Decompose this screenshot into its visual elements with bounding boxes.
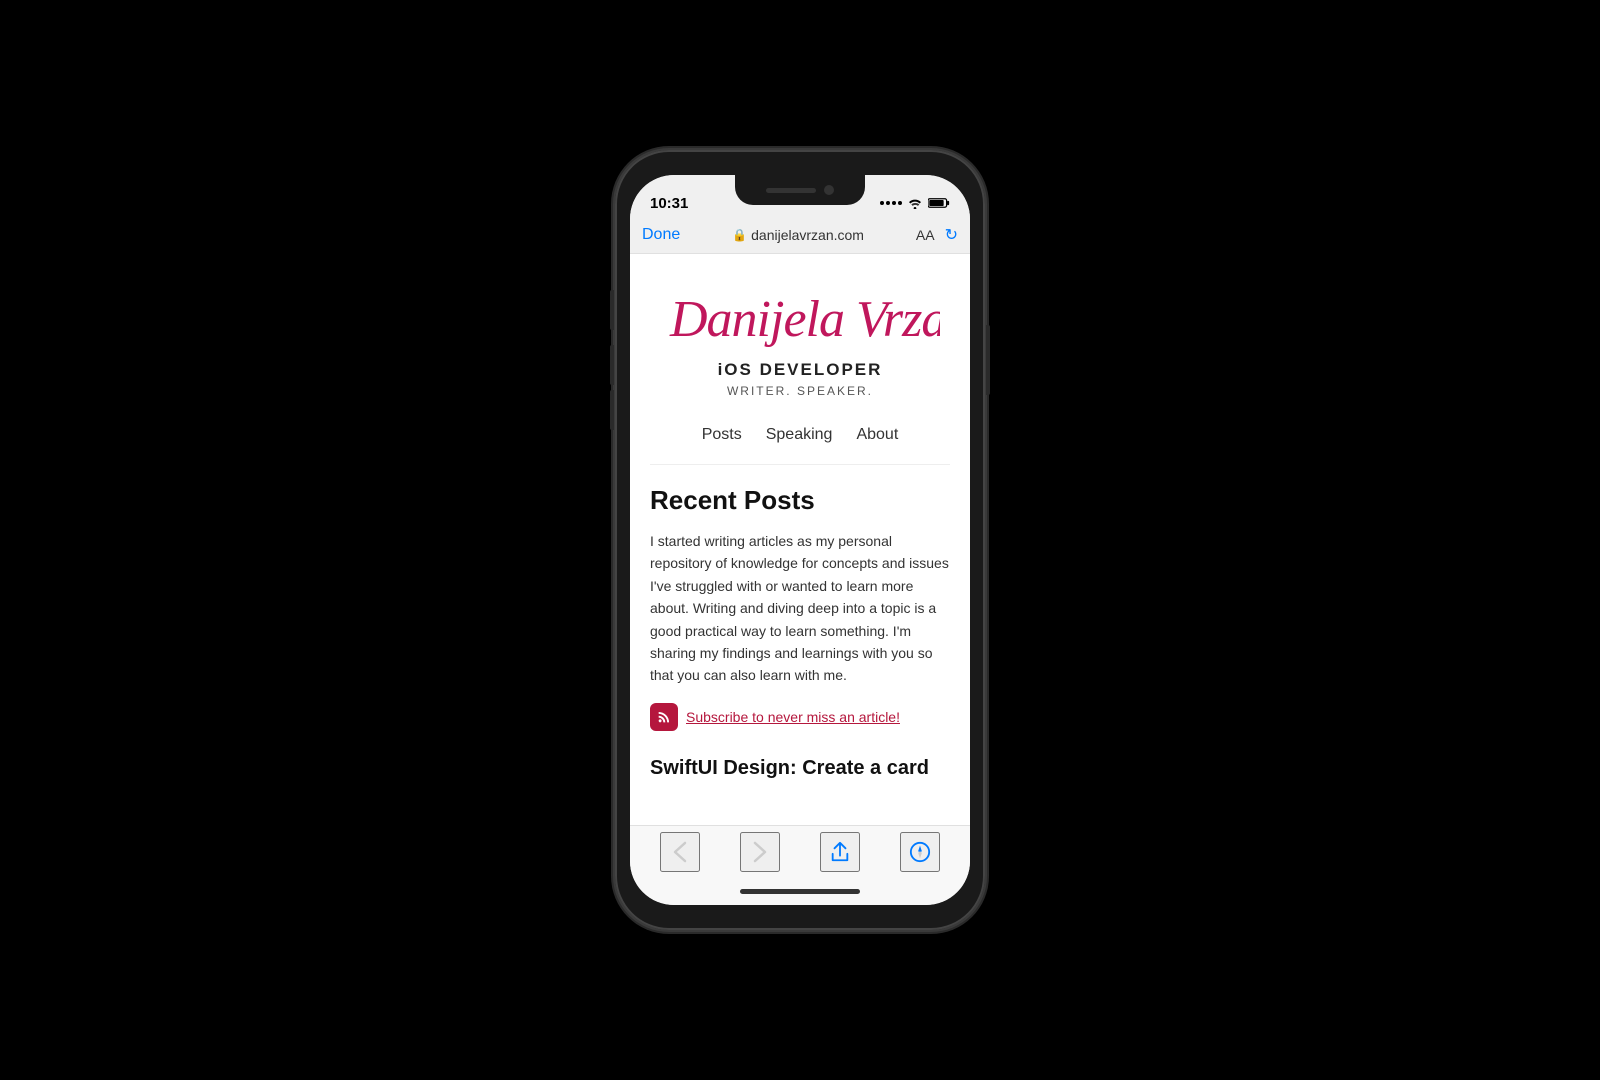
browser-aa-button[interactable]: AA bbox=[916, 227, 935, 243]
svg-text:Danijela Vrzan: Danijela Vrzan bbox=[669, 291, 940, 348]
share-button[interactable] bbox=[820, 832, 860, 872]
compass-icon bbox=[909, 841, 931, 863]
forward-button[interactable] bbox=[740, 832, 780, 872]
browser-reload-button[interactable]: ↻ bbox=[945, 225, 958, 245]
bottom-toolbar bbox=[630, 825, 970, 877]
front-camera bbox=[824, 185, 834, 195]
compass-button[interactable] bbox=[900, 832, 940, 872]
site-nav: Posts Speaking About bbox=[650, 414, 950, 465]
site-subtitle: iOS DEVELOPER bbox=[650, 360, 950, 380]
status-time: 10:31 bbox=[650, 195, 688, 212]
posts-description: I started writing articles as my persona… bbox=[650, 530, 950, 687]
browser-url-bar[interactable]: 🔒 danijelavrzan.com bbox=[732, 227, 864, 243]
forward-arrow-icon bbox=[753, 841, 767, 863]
browser-actions: AA ↻ bbox=[916, 225, 958, 245]
browser-bar[interactable]: Done 🔒 danijelavrzan.com AA ↻ bbox=[630, 219, 970, 254]
wifi-icon bbox=[907, 197, 923, 209]
recent-posts-title: Recent Posts bbox=[650, 485, 950, 516]
home-indicator bbox=[630, 877, 970, 905]
home-bar bbox=[740, 889, 860, 894]
rss-symbol bbox=[656, 709, 672, 725]
back-button[interactable] bbox=[660, 832, 700, 872]
nav-posts-link[interactable]: Posts bbox=[702, 426, 742, 444]
phone-notch bbox=[735, 175, 865, 205]
nav-speaking-link[interactable]: Speaking bbox=[766, 426, 833, 444]
browser-done-button[interactable]: Done bbox=[642, 226, 680, 244]
lock-icon: 🔒 bbox=[732, 228, 747, 242]
nav-about-link[interactable]: About bbox=[856, 426, 898, 444]
url-text: danijelavrzan.com bbox=[751, 227, 864, 243]
website-header: Danijela Vrzan iOS DEVELOPER WRITER. SPE… bbox=[630, 254, 970, 485]
content-area[interactable]: Danijela Vrzan iOS DEVELOPER WRITER. SPE… bbox=[630, 254, 970, 825]
speaker-grill bbox=[766, 188, 816, 193]
site-logo-svg: Danijela Vrzan bbox=[660, 274, 940, 354]
rss-icon bbox=[650, 703, 678, 731]
phone-device: 10:31 bbox=[615, 150, 985, 930]
back-arrow-icon bbox=[673, 841, 687, 863]
subscribe-row[interactable]: Subscribe to never miss an article! bbox=[650, 703, 950, 731]
article-title[interactable]: SwiftUI Design: Create a card bbox=[650, 755, 950, 791]
site-tagline: WRITER. SPEAKER. bbox=[650, 384, 950, 398]
site-logo-container: Danijela Vrzan bbox=[650, 274, 950, 354]
status-icons bbox=[880, 197, 950, 209]
recent-posts-section: Recent Posts I started writing articles … bbox=[630, 485, 970, 811]
subscribe-link[interactable]: Subscribe to never miss an article! bbox=[686, 709, 900, 725]
battery-icon bbox=[928, 197, 950, 209]
signal-dots-icon bbox=[880, 201, 902, 205]
phone-screen: 10:31 bbox=[630, 175, 970, 905]
share-icon bbox=[830, 841, 850, 863]
